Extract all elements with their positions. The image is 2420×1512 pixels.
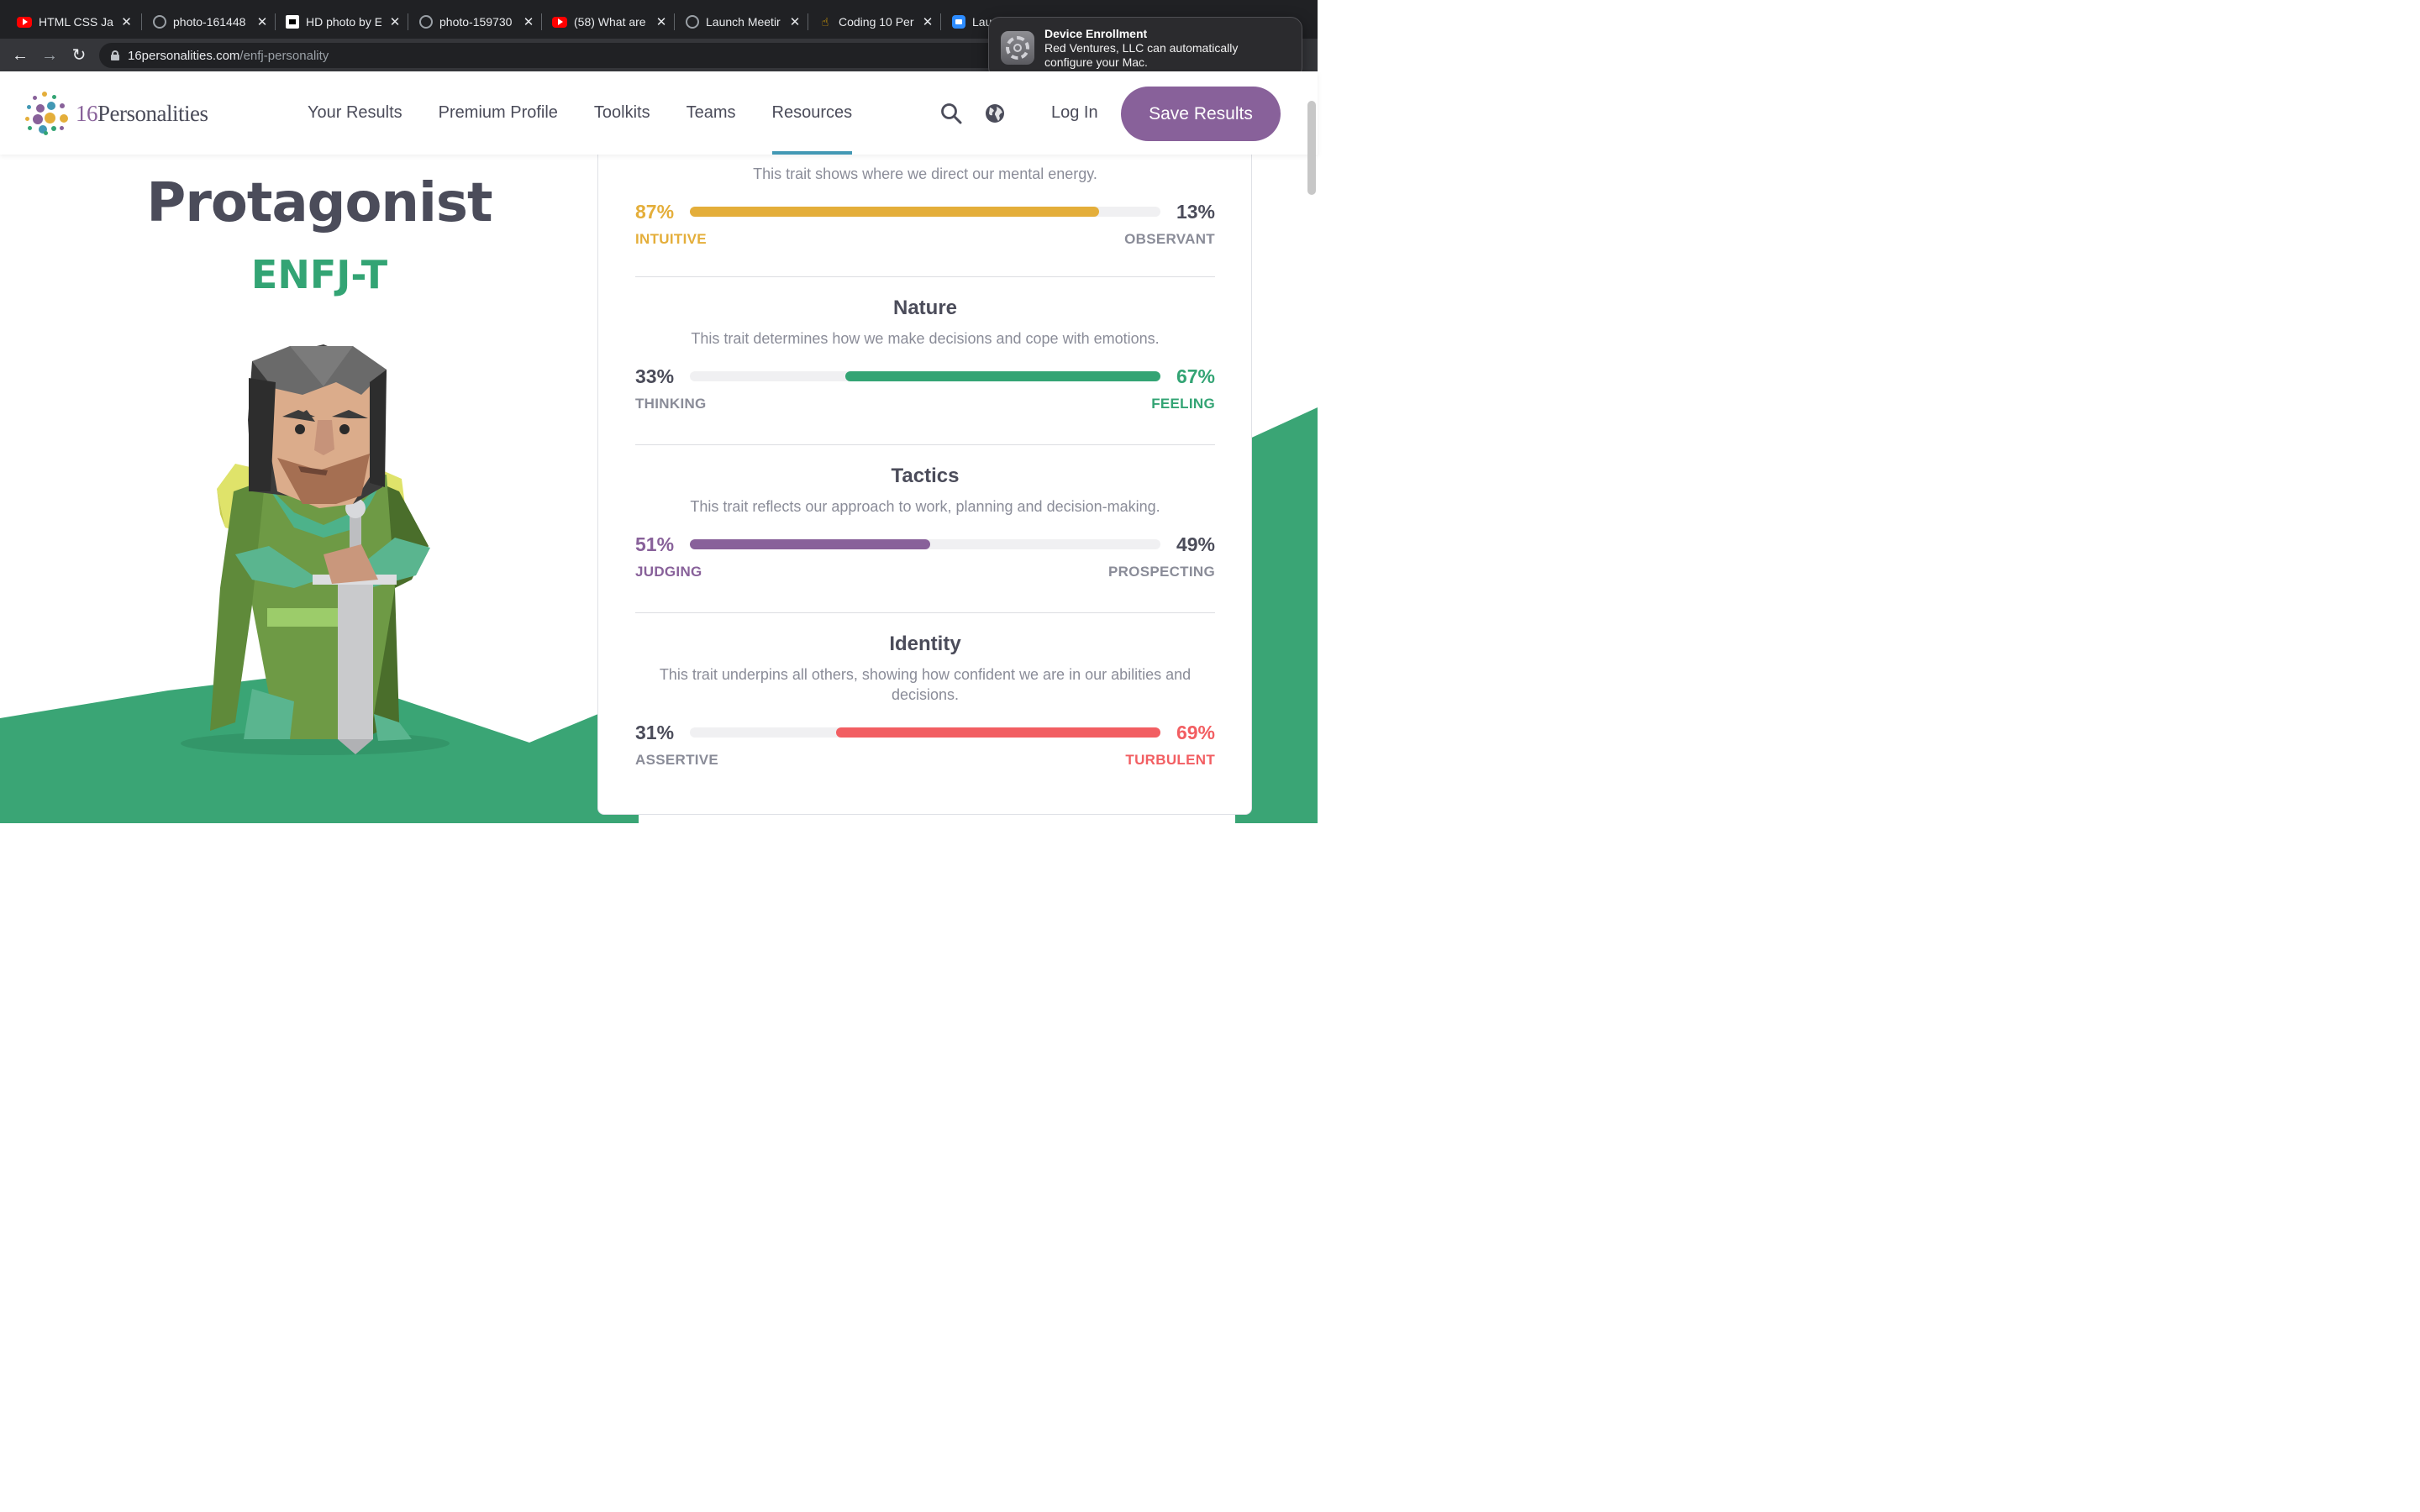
search-icon[interactable] (940, 102, 962, 124)
trait-bar-track (690, 539, 1160, 549)
trait-right-label: FEELING (1151, 396, 1215, 412)
trait-left-label: ASSERTIVE (635, 752, 719, 768)
notification-body-line1: Red Ventures, LLC can automatically (1044, 40, 1239, 55)
forward-arrow-icon[interactable]: → (39, 45, 60, 66)
trait-left-percent: 51% (635, 533, 675, 555)
trait-left-percent: 31% (635, 722, 675, 743)
trait-description: This trait underpins all others, showing… (659, 666, 1192, 703)
trait-tactics: Tactics This trait reflects our approach… (635, 465, 1215, 584)
trait-nature: Nature This trait determines how we make… (635, 297, 1215, 416)
trait-bar-track (690, 371, 1160, 381)
url-domain: 16personalities.com (128, 48, 240, 63)
close-tab-icon[interactable]: ✕ (921, 14, 934, 29)
zoom-icon (952, 15, 965, 29)
site-header: 16Personalities Your Results Premium Pro… (0, 71, 1318, 155)
browser-tab[interactable]: photo-159730 ✕ (402, 8, 544, 35)
trait-description: This trait shows where we direct our men… (753, 165, 1097, 182)
close-tab-icon[interactable]: ✕ (120, 14, 133, 29)
divider (635, 444, 1215, 445)
personality-type-name: Protagonist (146, 172, 492, 234)
trait-right-percent: 67% (1176, 365, 1215, 387)
system-settings-icon (1001, 31, 1034, 65)
nav-toolkits[interactable]: Toolkits (594, 71, 650, 155)
trait-identity: Identity This trait underpins all others… (635, 633, 1215, 772)
trait-right-label: PROSPECTING (1107, 564, 1215, 580)
trait-bar-track (690, 727, 1160, 738)
trait-right-label: OBSERVANT (1124, 231, 1215, 247)
trait-bar-fill (690, 207, 1100, 217)
notification-title: Device Enrollment (1044, 26, 1148, 40)
save-results-button[interactable]: Save Results (1121, 87, 1281, 141)
divider (635, 276, 1215, 277)
trait-bar-fill (844, 371, 1160, 381)
logo-word: Personalities (97, 100, 208, 126)
close-tab-icon[interactable]: ✕ (255, 14, 269, 29)
back-arrow-icon[interactable]: ← (10, 45, 30, 66)
browser-tab[interactable]: Launch Meetir ✕ (669, 8, 810, 35)
browser-tab[interactable]: (58) What are ✕ (535, 8, 676, 35)
browser-tab[interactable]: ☝ Coding 10 Per ✕ (802, 8, 943, 35)
trait-bar-track (690, 207, 1160, 217)
language-globe-icon[interactable] (984, 102, 1006, 124)
url-path: /enfj-personality (239, 48, 329, 63)
trait-left-label: THINKING (635, 396, 707, 412)
lock-icon (111, 50, 119, 60)
device-enrollment-notification[interactable]: Device Enrollment Red Ventures, LLC can … (988, 17, 1302, 79)
trait-left-label: INTUITIVE (635, 231, 707, 247)
traits-card: This trait shows where we direct our men… (597, 126, 1252, 815)
globe-icon (153, 15, 166, 29)
login-link[interactable]: Log In (1051, 71, 1098, 155)
trait-description: This trait determines how we make decisi… (691, 330, 1160, 347)
trait-title: Nature (892, 297, 958, 319)
nav-resources[interactable]: Resources (771, 71, 852, 155)
trait-bar-fill (690, 539, 930, 549)
trait-bar-fill (835, 727, 1160, 738)
youtube-icon (552, 16, 567, 28)
divider (635, 612, 1215, 613)
trait-right-percent: 69% (1176, 722, 1215, 743)
logo-number: 16 (76, 100, 98, 126)
reload-icon[interactable]: ↻ (69, 45, 89, 66)
close-tab-icon[interactable]: ✕ (522, 14, 535, 29)
trait-left-percent: 33% (635, 365, 675, 387)
globe-icon (419, 15, 433, 29)
protagonist-character-illustration (181, 344, 450, 755)
close-tab-icon[interactable]: ✕ (388, 14, 402, 29)
trait-left-percent: 87% (635, 201, 675, 223)
trait-description: This trait reflects our approach to work… (690, 498, 1160, 515)
browser-tab[interactable]: HTML CSS Jav ✕ (0, 8, 141, 35)
trait-mind: This trait shows where we direct our men… (635, 164, 1215, 251)
browser-tab[interactable]: photo-161448 ✕ (136, 8, 277, 35)
site-logo[interactable]: 16Personalities (25, 92, 208, 135)
personality-type-code: ENFJ-T (250, 252, 388, 297)
trait-left-label: JUDGING (635, 564, 702, 580)
youtube-icon (17, 16, 32, 28)
trait-right-percent: 13% (1176, 201, 1215, 223)
trait-right-percent: 49% (1176, 533, 1215, 555)
logo-dots-icon (25, 92, 69, 135)
nav-premium-profile[interactable]: Premium Profile (439, 71, 558, 155)
browser-tab[interactable]: HD photo by E ✕ (269, 8, 410, 35)
page-scrollbar[interactable] (1307, 101, 1316, 195)
close-tab-icon[interactable]: ✕ (788, 14, 802, 29)
close-tab-icon[interactable]: ✕ (655, 14, 668, 29)
nav-your-results[interactable]: Your Results (308, 71, 402, 155)
unsplash-icon (286, 15, 299, 29)
url-input[interactable]: 16personalities.com/enfj-personality (99, 43, 1023, 68)
main-nav: Your Results Premium Profile Toolkits Te… (308, 71, 888, 155)
trait-title: Identity (889, 633, 961, 655)
hand-icon: ☝ (821, 14, 829, 29)
globe-icon (686, 15, 699, 29)
nav-teams[interactable]: Teams (687, 71, 736, 155)
trait-title: Tactics (891, 465, 960, 487)
trait-right-label: TURBULENT (1125, 752, 1215, 768)
notification-body-line2: configure your Mac. (1044, 55, 1148, 69)
